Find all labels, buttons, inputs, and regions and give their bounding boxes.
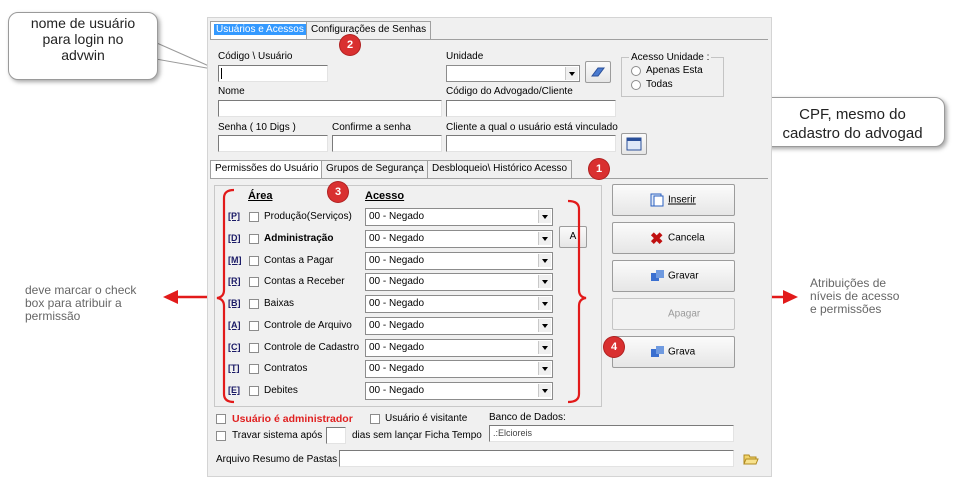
apagar-label: Apagar [668,308,701,320]
login-callout: nome de usuário para login no advwin [8,12,158,80]
cancela-label: Cancela [668,232,705,244]
grava-button[interactable]: Grava [612,336,735,368]
badge-4: 4 [604,337,624,357]
apagar-button[interactable]: Apagar [612,298,735,330]
arquivo-label: Arquivo Resumo de Pastas [216,454,338,465]
cpf-callout: CPF, mesmo do cadastro do advogad [760,97,945,147]
visitante-checkbox[interactable] [370,414,380,424]
admin-checkbox[interactable] [216,414,226,424]
insert-icon [650,193,664,207]
gravar-button[interactable]: Gravar [612,260,735,292]
badge-1: 1 [589,159,609,179]
gravar-label: Gravar [668,270,699,282]
save-icon [651,270,664,281]
left-note: deve marcar o check box para atribuir a … [25,283,137,323]
badge-2: 2 [340,35,360,55]
banco-input[interactable]: .:Elcioreis [489,425,734,442]
save-icon [651,346,664,357]
grava-label: Grava [668,346,696,358]
user-dialog: Usuários e Acessos Configurações de Senh… [207,17,772,477]
dias-label: dias sem lançar Ficha Tempo [352,430,482,441]
inserir-label: Inserir [668,194,696,206]
travar-checkbox[interactable] [216,431,226,441]
folder-open-icon[interactable] [743,452,759,466]
badge-3: 3 [328,182,348,202]
dias-input[interactable] [326,427,346,444]
inserir-button[interactable]: Inserir [612,184,735,216]
cancela-button[interactable]: ✖ Cancela [612,222,735,254]
right-note: Atribuições de níveis de acesso e permis… [810,276,900,316]
arquivo-input[interactable] [339,450,734,467]
visitante-label: Usuário é visitante [385,413,468,424]
admin-label: Usuário é administrador [232,413,353,425]
travar-label: Travar sistema após [232,430,323,441]
x-icon: ✖ [650,231,664,248]
banco-label: Banco de Dados: [489,412,566,423]
